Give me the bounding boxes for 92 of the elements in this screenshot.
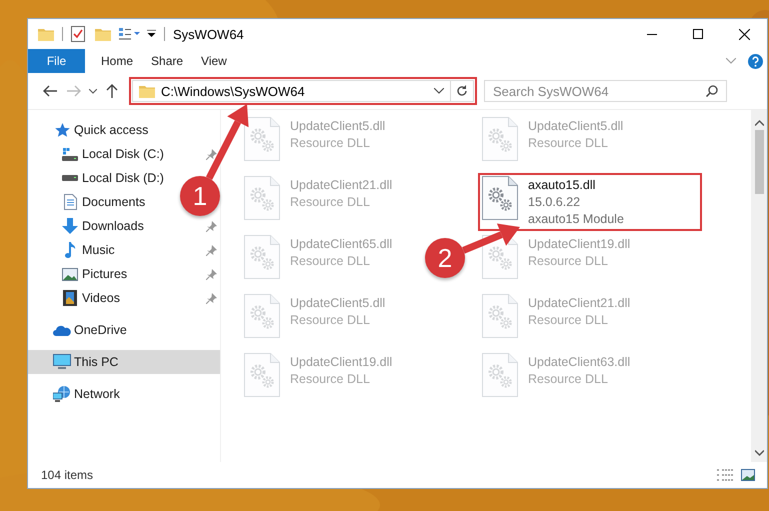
file-type: Resource DLL: [290, 253, 371, 270]
new-folder-icon: [95, 27, 111, 41]
gear-file-icon: [244, 117, 280, 161]
file-name: UpdateClient63.dll: [528, 354, 630, 371]
gear-file-icon: [244, 235, 280, 279]
file-name: UpdateClient5.dll: [528, 118, 624, 135]
gear-file-icon: [482, 235, 518, 279]
gear-file-icon: [482, 294, 518, 338]
nav-item[interactable]: Local Disk (C:): [60, 142, 166, 166]
nav-item[interactable]: Pictures: [60, 262, 130, 286]
window-title: SysWOW64: [173, 26, 244, 42]
star-icon: [54, 122, 70, 138]
gear-file-icon: [482, 117, 518, 161]
ribbon-tab[interactable]: View: [199, 49, 229, 73]
refresh-button[interactable]: [450, 80, 474, 102]
scroll-up-icon[interactable]: [754, 120, 764, 126]
file-type: Resource DLL: [528, 253, 609, 270]
nav-item[interactable]: Network: [52, 382, 122, 406]
nav-item[interactable]: Music: [60, 238, 117, 262]
gear-file-icon: [482, 176, 518, 220]
nav-item[interactable]: Videos: [60, 286, 122, 310]
file-name: UpdateClient21.dll: [290, 177, 392, 194]
dropdown-caret-icon[interactable]: [434, 88, 444, 94]
nav-item[interactable]: Local Disk (D:): [60, 166, 166, 190]
file-type: Resource DLL: [290, 312, 371, 329]
file-version: 15.0.6.22: [528, 194, 582, 211]
film-icon: [63, 290, 77, 306]
file-name: axauto15.dll: [528, 177, 596, 194]
annotation-arrow: [462, 224, 520, 254]
folder-icon: [38, 27, 54, 41]
file-type: Resource DLL: [528, 312, 609, 329]
list-caret-icon[interactable]: [119, 27, 141, 41]
up-arrow-icon[interactable]: [106, 84, 118, 98]
scrollbar[interactable]: [751, 110, 767, 462]
music-note-icon: [64, 242, 76, 258]
file-type: Resource DLL: [528, 371, 609, 388]
pin-icon[interactable]: [206, 292, 217, 304]
scroll-thumb[interactable]: [754, 130, 764, 194]
refresh-icon: [456, 85, 468, 97]
file-name: UpdateClient19.dll: [528, 236, 630, 253]
pin-icon[interactable]: [206, 148, 217, 160]
file-name: UpdateClient5.dll: [290, 295, 386, 312]
file-type: Resource DLL: [290, 371, 371, 388]
file-tab[interactable]: File: [28, 49, 85, 73]
item-count: 104 items: [41, 468, 94, 482]
search-field[interactable]: Search SysWOW64: [484, 80, 727, 102]
file-name: UpdateClient21.dll: [528, 295, 630, 312]
gear-file-icon: [244, 353, 280, 397]
picture-icon: [62, 268, 78, 280]
ribbon-tab[interactable]: Share: [149, 49, 186, 73]
file-type: axauto15 Module: [528, 211, 624, 228]
scroll-down-icon[interactable]: [754, 450, 764, 456]
nav-item[interactable]: Quick access: [52, 118, 150, 142]
large-icons-view-icon[interactable]: [741, 469, 755, 481]
gear-file-icon: [244, 176, 280, 220]
properties-check-icon[interactable]: [71, 26, 85, 42]
drive-icon: [62, 175, 78, 181]
back-arrow-icon[interactable]: [43, 85, 57, 97]
file-name: UpdateClient5.dll: [290, 118, 386, 135]
network-icon: [53, 386, 71, 402]
computer-icon: [53, 354, 71, 370]
file-type: Resource DLL: [290, 194, 371, 211]
close-icon: [738, 28, 750, 40]
file-name: UpdateClient65.dll: [290, 236, 392, 253]
pin-icon[interactable]: [206, 244, 217, 256]
file-item[interactable]: axauto15.dll 15.0.6.22 axauto15 Module: [478, 173, 702, 231]
file-type: Resource DLL: [290, 135, 371, 152]
address-field[interactable]: C:\Windows\SysWOW64: [132, 80, 450, 102]
document-icon: [64, 194, 76, 210]
download-icon: [62, 218, 78, 234]
address-path: C:\Windows\SysWOW64: [161, 84, 306, 98]
chevron-down-icon[interactable]: [726, 58, 736, 64]
nav-item[interactable]: OneDrive: [52, 318, 129, 342]
cloud-icon: [53, 324, 71, 336]
recent-caret-icon[interactable]: [89, 88, 97, 94]
nav-item[interactable]: Downloads: [60, 214, 146, 238]
nav-item[interactable]: Documents: [60, 190, 148, 214]
file-name: UpdateClient19.dll: [290, 354, 392, 371]
gear-file-icon: [482, 353, 518, 397]
pin-icon[interactable]: [206, 220, 217, 232]
search-icon[interactable]: [706, 85, 718, 97]
folder-icon: [139, 84, 155, 98]
details-view-icon[interactable]: [717, 469, 733, 481]
maximize-icon: [693, 29, 703, 39]
help-icon[interactable]: [748, 54, 763, 68]
ribbon-tab[interactable]: Home: [99, 49, 136, 73]
file-type: Resource DLL: [528, 135, 609, 152]
drive-icon: [62, 148, 78, 160]
dropdown-caret-icon[interactable]: [147, 30, 156, 38]
gear-file-icon: [244, 294, 280, 338]
nav-item[interactable]: This PC: [52, 350, 120, 374]
pin-icon[interactable]: [206, 268, 217, 280]
